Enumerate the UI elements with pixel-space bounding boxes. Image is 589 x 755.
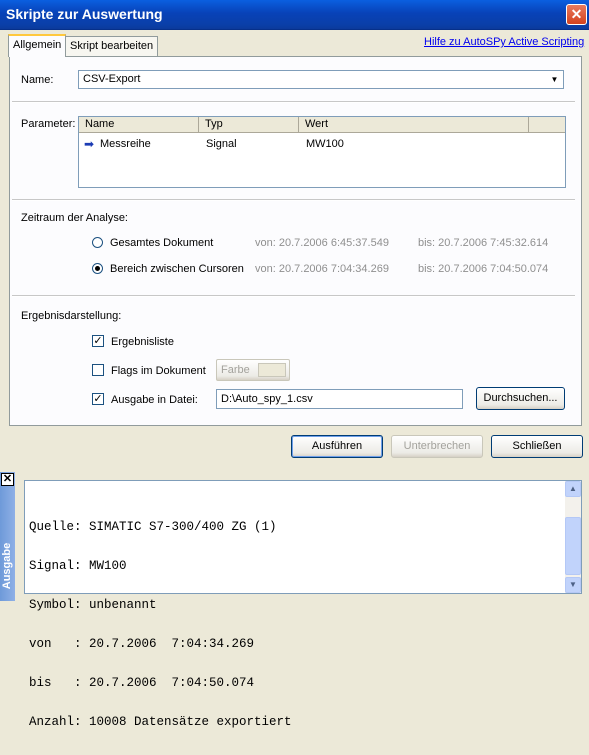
ergebnis-label: Ergebnisdarstellung:: [21, 310, 122, 322]
scroll-up-icon[interactable]: ▲: [565, 481, 581, 497]
flags-label[interactable]: Flags im Dokument: [111, 365, 206, 377]
parameter-label: Parameter:: [21, 118, 76, 130]
tab-skript-bearbeiten[interactable]: Skript bearbeiten: [65, 36, 159, 56]
file-path-input[interactable]: D:\Auto_spy_1.csv: [216, 389, 463, 409]
divider: [12, 101, 575, 103]
scrollbar[interactable]: ▲ ▼: [565, 481, 581, 593]
tab-allgemein[interactable]: Allgemein: [8, 34, 67, 57]
close-icon[interactable]: ✕: [1, 473, 14, 486]
output-text: Quelle: SIMATIC S7-300/400 ZG (1) Signal…: [29, 495, 292, 755]
output-line: Anzahl: 10008 Datensätze exportiert: [29, 715, 292, 729]
bereich-von: von: 20.7.2006 7:04:34.269: [255, 263, 389, 275]
radio-bereich-label[interactable]: Bereich zwischen Cursoren: [110, 263, 244, 275]
name-label: Name:: [21, 74, 54, 86]
checkbox-ausgabe[interactable]: ✓: [92, 393, 104, 405]
param-name: Messreihe: [100, 138, 151, 150]
window-title: Skripte zur Auswertung: [6, 6, 163, 22]
radio-gesamtes-label[interactable]: Gesamtes Dokument: [110, 237, 213, 249]
radio-bereich-cursoren[interactable]: [92, 263, 103, 274]
column-header-name[interactable]: Name: [79, 117, 199, 133]
divider: [12, 295, 575, 297]
column-header-wert[interactable]: Wert: [299, 117, 529, 133]
ausgabe-label[interactable]: Ausgabe in Datei:: [111, 394, 198, 406]
close-button[interactable]: Schließen: [491, 435, 583, 458]
browse-button[interactable]: Durchsuchen...: [476, 387, 565, 410]
help-link[interactable]: Hilfe zu AutoSPy Active Scripting: [424, 36, 584, 48]
output-title: Ausgabe: [1, 542, 13, 590]
farbe-swatch: [258, 363, 286, 377]
parameter-list[interactable]: Name Typ Wert ➡ Messreihe Signal MW100: [78, 116, 566, 188]
dropdown-arrow-icon[interactable]: ▼: [547, 72, 562, 87]
param-typ: Signal: [206, 138, 237, 150]
column-header-empty: [529, 117, 565, 133]
param-wert: MW100: [306, 138, 344, 150]
output-line: Quelle: SIMATIC S7-300/400 ZG (1): [29, 520, 277, 534]
checkbox-flags[interactable]: [92, 364, 104, 376]
gesamt-bis: bis: 20.7.2006 7:45:32.614: [418, 237, 549, 249]
farbe-button[interactable]: Farbe: [216, 359, 290, 381]
divider: [12, 199, 575, 201]
radio-gesamtes-dokument[interactable]: [92, 237, 103, 248]
run-button[interactable]: Ausführen: [291, 435, 383, 458]
gesamt-von: von: 20.7.2006 6:45:37.549: [255, 237, 389, 249]
arrow-right-icon: ➡: [84, 137, 95, 151]
name-value: CSV-Export: [83, 73, 141, 85]
output-textarea[interactable]: Quelle: SIMATIC S7-300/400 ZG (1) Signal…: [24, 480, 582, 729]
close-icon[interactable]: ✕: [566, 4, 587, 25]
farbe-label: Farbe: [221, 364, 250, 376]
table-row[interactable]: ➡ Messreihe Signal MW100: [79, 137, 565, 153]
zeitraum-label: Zeitraum der Analyse:: [21, 212, 128, 224]
stop-button[interactable]: Unterbrechen: [391, 435, 483, 458]
output-line: von : 20.7.2006 7:04:34.269: [29, 637, 255, 651]
output-line: bis : 20.7.2006 7:04:50.074: [29, 676, 255, 690]
scroll-thumb[interactable]: [565, 517, 581, 575]
ergebnisliste-label[interactable]: Ergebnisliste: [111, 336, 174, 348]
checkbox-ergebnisliste[interactable]: ✓: [92, 335, 104, 347]
bereich-bis: bis: 20.7.2006 7:04:50.074: [418, 263, 549, 275]
output-line: Signal: MW100: [29, 559, 127, 573]
column-header-typ[interactable]: Typ: [199, 117, 299, 133]
scroll-down-icon[interactable]: ▼: [565, 577, 581, 593]
name-combo[interactable]: CSV-Export ▼: [78, 70, 564, 89]
